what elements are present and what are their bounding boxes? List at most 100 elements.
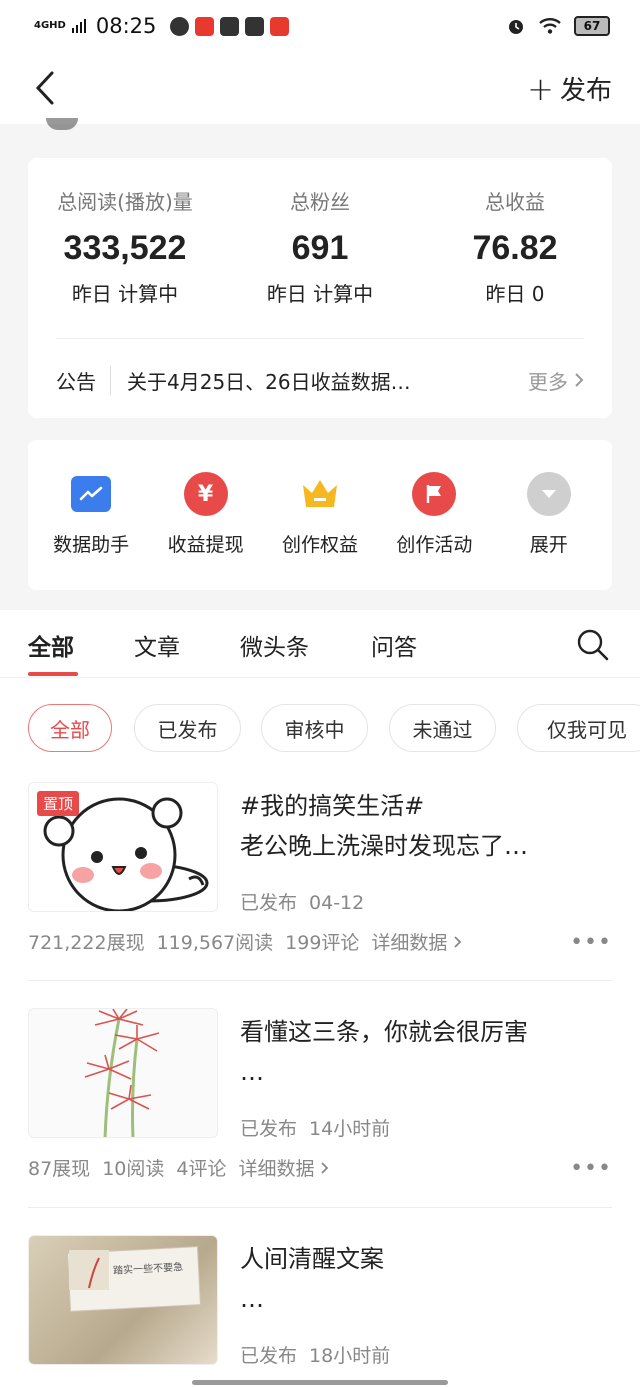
post-reads: 119,567阅读	[156, 932, 274, 954]
stat-sub: 昨日 计算中	[71, 282, 179, 306]
filter-published[interactable]: 已发布	[134, 704, 241, 752]
post-item[interactable]: 踏实一些不要急 人间清醒文案 … 已发布 18小时前	[28, 1235, 612, 1387]
post-thumbnail[interactable]: 置顶	[28, 782, 218, 912]
tool-creator-benefits[interactable]: 创作权益	[265, 440, 375, 590]
post-title[interactable]: #我的搞笑生活# 老公晚上洗澡时发现忘了…	[240, 786, 610, 866]
stat-value: 333,522	[63, 229, 187, 267]
announcement-text[interactable]: 关于4月25日、26日收益数据…	[127, 366, 528, 395]
stat-sub: 昨日 计算中	[266, 282, 374, 306]
post-time: 18小时前	[309, 1345, 391, 1367]
publish-button[interactable]: + 发布	[527, 70, 612, 107]
post-status: 已发布 14小时前	[240, 1114, 390, 1141]
post-details-link[interactable]: 详细数据	[371, 928, 462, 955]
divider	[28, 980, 612, 981]
avatar	[46, 118, 78, 130]
post-impressions: 721,222展现	[28, 932, 145, 954]
tool-creator-events[interactable]: 创作活动	[379, 440, 489, 590]
tab-micro-posts[interactable]: 微头条	[240, 628, 309, 662]
post-comments: 4评论	[176, 1158, 227, 1180]
photo-card-image	[67, 1246, 201, 1312]
network-indicator: 4GHD	[34, 20, 66, 31]
post-title-line: 看懂这三条，你就会很厉害	[240, 1018, 528, 1046]
post-title[interactable]: 人间清醒文案 …	[240, 1239, 610, 1319]
tool-label: 展开	[529, 534, 568, 556]
post-thumbnail[interactable]	[28, 1008, 218, 1138]
stat-total-reads[interactable]: 总阅读(播放)量 333,522 昨日 计算中	[28, 186, 222, 307]
more-label: 更多	[528, 369, 568, 394]
post-metrics: 87展现 10阅读 4评论 详细数据	[28, 1154, 329, 1181]
post-thumbnail[interactable]: 踏实一些不要急	[28, 1235, 218, 1365]
post-item[interactable]: 置顶 #我的搞笑生活# 老公晚上洗澡时发现忘了… 已发布 04-12 721,22…	[28, 782, 612, 982]
chevron-right-icon	[321, 1161, 329, 1174]
filter-all[interactable]: 全部	[28, 704, 112, 752]
post-details-link[interactable]: 详细数据	[238, 1154, 329, 1181]
home-indicator[interactable]	[192, 1380, 448, 1385]
tab-articles[interactable]: 文章	[134, 628, 180, 662]
tab-qa[interactable]: 问答	[371, 628, 417, 662]
more-options-icon[interactable]: •••	[570, 930, 612, 955]
wifi-icon	[539, 18, 561, 34]
status-bar: 4GHD 08:25 67	[0, 0, 640, 52]
tab-all[interactable]: 全部	[28, 628, 74, 662]
stat-value: 691	[291, 229, 349, 267]
stats-card: 总阅读(播放)量 333,522 昨日 计算中 总粉丝 691 昨日 计算中 总…	[28, 158, 612, 418]
filter-private[interactable]: 仅我可见	[517, 704, 640, 752]
post-status-label: 已发布	[240, 1118, 298, 1140]
more-options-icon[interactable]: •••	[570, 1156, 612, 1181]
toutiao-notification-icon	[220, 16, 240, 36]
post-title-line: …	[240, 1058, 264, 1086]
clock: 08:25	[95, 14, 157, 38]
announcement-row[interactable]: 公告 关于4月25日、26日收益数据… 更多	[56, 358, 584, 402]
pinned-badge: 置顶	[37, 791, 80, 816]
tab-active-indicator	[28, 672, 78, 676]
filter-rejected[interactable]: 未通过	[389, 704, 496, 752]
stat-label: 总粉丝	[290, 190, 350, 214]
stat-label: 总阅读(播放)量	[57, 190, 193, 214]
tools-card: 数据助手 ¥ 收益提现 创作权益 创作活动 展开	[28, 440, 612, 590]
divider	[28, 1207, 612, 1208]
announcement-tag: 公告	[56, 365, 111, 395]
stat-total-income[interactable]: 总收益 76.82 昨日 0	[418, 186, 612, 307]
filter-reviewing[interactable]: 审核中	[261, 704, 368, 752]
post-status: 已发布 04-12	[240, 888, 364, 915]
search-icon[interactable]	[576, 628, 610, 662]
crown-icon	[298, 472, 342, 516]
details-label: 详细数据	[371, 932, 448, 954]
status-filters: 全部 已发布 审核中 未通过 仅我可见	[0, 678, 640, 778]
tool-income-withdraw[interactable]: ¥ 收益提现	[151, 440, 261, 590]
post-item[interactable]: 看懂这三条，你就会很厉害 … 已发布 14小时前 87展现 10阅读 4评论 详细…	[28, 1008, 612, 1208]
post-title-line: #我的搞笑生活#	[240, 792, 425, 820]
post-status-label: 已发布	[240, 1345, 298, 1367]
back-icon[interactable]	[30, 70, 60, 106]
post-time: 04-12	[309, 892, 365, 914]
stat-total-fans[interactable]: 总粉丝 691 昨日 计算中	[223, 186, 417, 307]
red-spider-lily-image	[84, 1009, 160, 1137]
app-notification-icon	[170, 16, 190, 36]
stat-label: 总收益	[485, 190, 545, 214]
tool-data-assistant[interactable]: 数据助手	[36, 440, 146, 590]
post-impressions: 87展现	[28, 1158, 91, 1180]
toutiao-notification-icon	[195, 16, 215, 36]
chevron-right-icon	[454, 935, 462, 948]
nav-header: + 发布	[0, 52, 640, 124]
post-title[interactable]: 看懂这三条，你就会很厉害 …	[240, 1012, 610, 1092]
stat-value: 76.82	[472, 229, 558, 267]
trend-chart-icon	[71, 476, 112, 512]
details-label: 详细数据	[238, 1158, 315, 1180]
divider	[56, 338, 584, 339]
post-title-line: 老公晚上洗澡时发现忘了…	[240, 832, 528, 860]
signal-icon	[71, 19, 86, 33]
chevron-right-icon	[575, 373, 584, 387]
post-title-line: 人间清醒文案	[240, 1245, 384, 1273]
yuan-icon: ¥	[183, 472, 228, 516]
alarm-icon	[509, 20, 523, 34]
announcement-more-link[interactable]: 更多	[528, 366, 584, 395]
tool-expand[interactable]: 展开	[494, 440, 604, 590]
tool-label: 收益提现	[167, 534, 244, 556]
post-metrics: 721,222展现 119,567阅读 199评论 详细数据	[28, 928, 462, 955]
post-reads: 10阅读	[102, 1158, 165, 1180]
plus-icon: +	[527, 69, 554, 108]
content-list: 全部 文章 微头条 问答 全部 已发布 审核中 未通过 仅我可见 置顶 #我的搞…	[0, 610, 640, 1387]
stat-sub: 昨日 0	[485, 282, 545, 306]
post-status: 已发布 18小时前	[240, 1341, 390, 1368]
